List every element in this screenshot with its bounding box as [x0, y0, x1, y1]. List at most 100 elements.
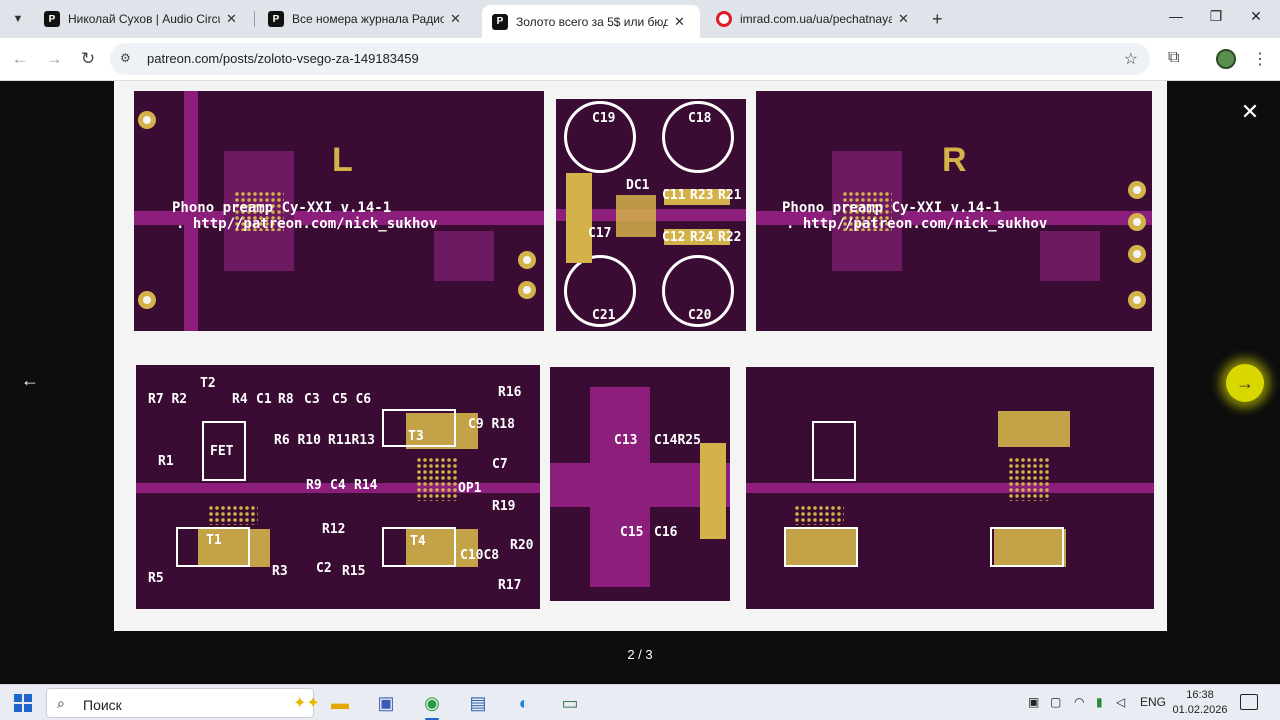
- label-t4: T4: [410, 534, 426, 549]
- tab-imrad[interactable]: imrad.com.ua/ua/pechatnaya-p ✕: [706, 5, 919, 33]
- taskbar-search[interactable]: ⌕ Поиск ✦✦: [46, 688, 320, 718]
- tab-title: Золото всего за 5$ или бюдже: [516, 14, 668, 29]
- label-c17: C17: [588, 226, 612, 241]
- label-r15: R15: [342, 564, 366, 579]
- label-c4: C4: [330, 478, 346, 493]
- label-op1: OP1: [458, 481, 482, 496]
- label-c21: C21: [592, 308, 616, 323]
- tray-app-icon[interactable]: ▣: [1028, 695, 1039, 709]
- notifications-icon[interactable]: [1240, 694, 1258, 710]
- close-tab-icon[interactable]: ✕: [674, 14, 685, 30]
- restore-icon[interactable]: ❐: [1206, 8, 1226, 25]
- label-c15: C15: [620, 525, 644, 540]
- label-r21: R21: [718, 188, 742, 203]
- profile-avatar[interactable]: [1216, 49, 1236, 69]
- sparkle-icon: ✦✦: [293, 695, 320, 712]
- tab-audio-circuit[interactable]: P Николай Сухов | Audio Circuit ✕: [34, 5, 247, 33]
- back-arrow-icon[interactable]: ←: [10, 49, 30, 69]
- label-c1: C1: [256, 392, 272, 407]
- tab-zoloto-active[interactable]: P Золото всего за 5$ или бюдже ✕: [482, 5, 700, 38]
- label-r22: R22: [718, 230, 742, 245]
- board-title-right: Phono preamp Cy-XXI v.14-1: [782, 200, 1002, 216]
- label-r11r13: R11R13: [328, 433, 375, 448]
- board-amp-right: [746, 367, 1154, 609]
- taskbar: ⌕ Поиск ✦✦ ▬ ▣ ◉ ▤ ◐ ▭ ▣ ▢ ◠ ▮ ◁ ENG 16:…: [0, 684, 1280, 720]
- search-placeholder: Поиск: [83, 697, 122, 713]
- label-r9: R9: [306, 478, 322, 493]
- windows-start-icon[interactable]: [14, 694, 32, 712]
- board-psu-top: [556, 99, 746, 331]
- clock-time: 16:38: [1186, 689, 1214, 701]
- volume-icon[interactable]: ◁: [1116, 695, 1125, 709]
- t1-outline-right: [784, 527, 858, 567]
- clock-date: 01.02.2026: [1172, 704, 1228, 716]
- tab-title: Николай Сухов | Audio Circuit: [68, 12, 220, 26]
- close-viewer-icon[interactable]: ✕: [1236, 98, 1264, 126]
- save-disk-icon[interactable]: ▣: [372, 689, 400, 717]
- label-c2: C2: [316, 561, 332, 576]
- pcb-image: L Phono preamp Cy-XXI v.14-1 . http//pat…: [114, 81, 1167, 631]
- label-r19: R19: [492, 499, 516, 514]
- previous-image-arrow-icon[interactable]: ←: [18, 370, 42, 394]
- tab-divider: [254, 11, 255, 27]
- next-image-arrow-icon[interactable]: →: [1226, 364, 1264, 402]
- menu-kebab-icon[interactable]: ⋮: [1252, 49, 1268, 69]
- address-bar[interactable]: ⚙ patreon.com/posts/zoloto-vsego-za-1491…: [110, 43, 1150, 75]
- extensions-puzzle-icon[interactable]: ⧉: [1168, 49, 1179, 67]
- minimize-icon[interactable]: —: [1166, 8, 1186, 24]
- tab-strip: ▼ P Николай Сухов | Audio Circuit ✕ P Вс…: [0, 0, 1280, 38]
- label-c11: C11: [662, 188, 686, 203]
- forward-arrow-icon[interactable]: →: [44, 49, 64, 69]
- label-t1: T1: [206, 533, 222, 548]
- reload-icon[interactable]: ↻: [78, 49, 98, 69]
- label-c3: C3: [304, 392, 320, 407]
- t4-outline-right: [990, 527, 1064, 567]
- battery-icon[interactable]: ▮: [1096, 695, 1103, 709]
- wifi-icon[interactable]: ◠: [1074, 695, 1084, 709]
- label-c12: C12: [662, 230, 686, 245]
- new-tab-plus-icon[interactable]: +: [932, 9, 943, 30]
- label-c18: C18: [688, 111, 712, 126]
- close-tab-icon[interactable]: ✕: [450, 11, 461, 27]
- tab-search-chevron-icon[interactable]: ▼: [6, 7, 30, 31]
- tray-display-icon[interactable]: ▢: [1050, 695, 1061, 709]
- close-tab-icon[interactable]: ✕: [898, 11, 909, 27]
- store-icon[interactable]: ▤: [464, 689, 492, 717]
- label-c19: C19: [592, 111, 616, 126]
- label-c7: C7: [492, 457, 508, 472]
- label-r5: R5: [148, 571, 164, 586]
- board-url-left: . http//patreon.com/nick_sukhov: [176, 216, 438, 232]
- url-text[interactable]: patreon.com/posts/zoloto-vsego-za-149183…: [147, 51, 419, 66]
- label-r20: R20: [510, 538, 534, 553]
- window-close-icon[interactable]: ✕: [1246, 8, 1266, 25]
- label-r1: R1: [158, 454, 174, 469]
- label-c16: C16: [654, 525, 678, 540]
- label-c13: C13: [614, 433, 638, 448]
- board-title-left: Phono preamp Cy-XXI v.14-1: [172, 200, 392, 216]
- label-r8: R8: [278, 392, 294, 407]
- label-t2: T2: [200, 376, 216, 391]
- chrome-icon[interactable]: ◉: [418, 689, 446, 717]
- label-dc1: DC1: [626, 178, 650, 193]
- bookmark-star-icon[interactable]: ☆: [1124, 49, 1138, 69]
- close-tab-icon[interactable]: ✕: [226, 11, 237, 27]
- search-icon: ⌕: [57, 695, 65, 711]
- patreon-icon: P: [492, 13, 508, 30]
- label-r14: R14: [354, 478, 378, 493]
- edge-icon[interactable]: ◐: [510, 689, 538, 717]
- file-explorer-icon[interactable]: ▬: [326, 689, 354, 717]
- language-indicator[interactable]: ENG: [1140, 695, 1166, 709]
- patreon-icon: P: [44, 11, 60, 27]
- system-clock[interactable]: 16:38 01.02.2026: [1170, 688, 1230, 718]
- opera-icon: [716, 11, 732, 27]
- site-info-icon[interactable]: ⚙: [120, 51, 136, 67]
- tab-radiohobby[interactable]: P Все номера журнала Радиохобб ✕: [258, 5, 471, 33]
- label-c10c8: C10C8: [460, 548, 500, 563]
- label-r6r10: R6 R10: [274, 433, 321, 448]
- board-url-right: . http//patreon.com/nick_sukhov: [786, 216, 1048, 232]
- media-app-icon[interactable]: ▭: [556, 689, 584, 717]
- right-channel-label: R: [942, 141, 967, 179]
- browser-toolbar: ← → ↻ ⚙ patreon.com/posts/zoloto-vsego-z…: [0, 38, 1280, 81]
- label-r7r2: R7 R2: [148, 392, 188, 407]
- label-r24: R24: [690, 230, 714, 245]
